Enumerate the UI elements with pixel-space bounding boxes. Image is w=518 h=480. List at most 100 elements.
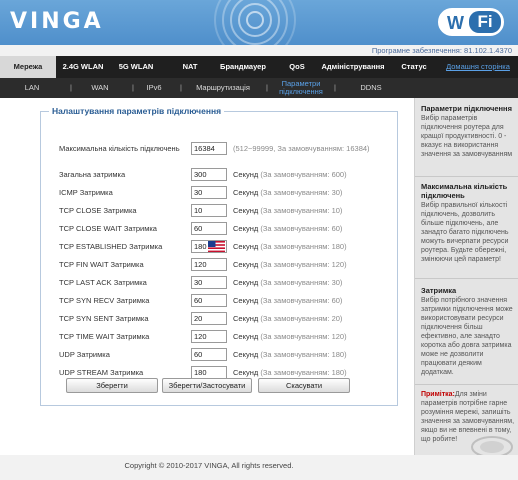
setting-hint: (За замовчуванням: 120) <box>260 332 347 341</box>
setting-row-tcp-close-wait: TCP CLOSE WAIT Затримка 60 Секунд (За за… <box>59 222 399 236</box>
help-title: Параметри підключення <box>421 104 512 113</box>
setting-label: Максимальна кількість підключень <box>59 144 180 153</box>
panel-title: Налаштування параметрів підключення <box>52 106 222 116</box>
tab-5g-wlan[interactable]: 5G WLAN <box>110 56 162 78</box>
setting-hint: (За замовчуванням: 30) <box>260 278 343 287</box>
setting-unit: Секунд (За замовчуванням: 10) <box>233 206 342 215</box>
main-content: Налаштування параметрів підключення Макс… <box>0 98 414 455</box>
setting-row-general-timeout: Загальна затримка 300 Секунд (За замовчу… <box>59 168 399 182</box>
help-divider <box>415 278 518 279</box>
subtab-wan[interactable]: WAN <box>86 78 114 98</box>
footer-copyright: Copyright © 2010-2017 VINGA, All rights … <box>0 455 518 480</box>
unit-text: Секунд <box>233 242 259 251</box>
help-text: Вибір потрібного значення затримки підкл… <box>421 297 513 376</box>
setting-hint: (За замовчуванням: 180) <box>260 242 347 251</box>
tab-status[interactable]: Статус <box>394 56 434 78</box>
setting-hint: (За замовчуванням: 60) <box>260 296 343 305</box>
unit-text: Секунд <box>233 224 259 233</box>
unit-text: Секунд <box>233 350 259 359</box>
unit-text: Секунд <box>233 188 259 197</box>
general-timeout-input[interactable]: 300 <box>191 168 227 181</box>
setting-row-tcp-syn-recv: TCP SYN RECV Затримка 60 Секунд (За замо… <box>59 294 399 308</box>
tab-firewall[interactable]: Брандмауер <box>210 56 276 78</box>
help-sidebar: Параметри підключення Вибір параметрів п… <box>414 98 518 455</box>
udp-timeout-input[interactable]: 60 <box>191 348 227 361</box>
setting-hint: (За замовчуванням: 30) <box>260 188 343 197</box>
setting-unit: Секунд (За замовчуванням: 120) <box>233 332 347 341</box>
max-connections-input[interactable]: 16384 <box>191 142 227 155</box>
cancel-button[interactable]: Скасувати <box>258 378 350 393</box>
router-admin-page: VINGA W Fi Програмне забезпечення: 81.10… <box>0 0 518 480</box>
setting-hint: (За замовчуванням: 10) <box>260 206 343 215</box>
setting-hint: (За замовчуванням: 600) <box>260 170 347 179</box>
firmware-version: Програмне забезпечення: 81.102.1.4370 <box>0 45 518 56</box>
setting-row-tcp-close: TCP CLOSE Затримка 10 Секунд (За замовчу… <box>59 204 399 218</box>
setting-label: UDP Затримка <box>59 350 110 359</box>
setting-unit: Секунд (За замовчуванням: 180) <box>233 242 347 251</box>
setting-row-tcp-time-wait: TCP TIME WAIT Затримка 120 Секунд (За за… <box>59 330 399 344</box>
unit-text: Секунд <box>233 368 259 377</box>
setting-unit: Секунд (За замовчуванням: 60) <box>233 224 342 233</box>
setting-label: TCP LAST ACK Затримка <box>59 278 147 287</box>
wifi-logo: W Fi <box>438 8 504 36</box>
tcp-syn-recv-input[interactable]: 60 <box>191 294 227 307</box>
subtab-lan[interactable]: LAN <box>20 78 44 98</box>
subtab-ddns[interactable]: DDNS <box>356 78 386 98</box>
subnav-divider: | <box>70 83 72 92</box>
help-title: Затримка <box>421 286 457 295</box>
tcp-syn-sent-input[interactable]: 20 <box>191 312 227 325</box>
setting-unit: Секунд (За замовчуванням: 60) <box>233 296 342 305</box>
setting-unit: Секунд (За замовчуванням: 180) <box>233 350 347 359</box>
setting-unit: Секунд (За замовчуванням: 30) <box>233 278 342 287</box>
setting-unit: Секунд (За замовчуванням: 30) <box>233 188 342 197</box>
tcp-close-input[interactable]: 10 <box>191 204 227 217</box>
subtab-ipv6[interactable]: IPv6 <box>142 78 166 98</box>
setting-unit: Секунд (За замовчуванням: 20) <box>233 314 342 323</box>
home-page-link[interactable]: Домашня сторінка <box>440 56 516 78</box>
unit-text: Секунд <box>233 260 259 269</box>
help-divider <box>415 176 518 177</box>
connection-settings-panel: Налаштування параметрів підключення Макс… <box>40 106 398 406</box>
tcp-time-wait-input[interactable]: 120 <box>191 330 227 343</box>
setting-row-udp: UDP Затримка 60 Секунд (За замовчуванням… <box>59 348 399 362</box>
us-flag-icon <box>208 241 225 252</box>
unit-text: Секунд <box>233 332 259 341</box>
help-divider <box>415 384 518 385</box>
setting-label: UDP STREAM Затримка <box>59 368 144 377</box>
setting-label: TCP SYN RECV Затримка <box>59 296 150 305</box>
subnav-divider: | <box>132 83 134 92</box>
tcp-last-ack-input[interactable]: 30 <box>191 276 227 289</box>
tab-administration[interactable]: Адміністрування <box>316 56 390 78</box>
setting-label: TCP CLOSE WAIT Затримка <box>59 224 157 233</box>
icmp-timeout-input[interactable]: 30 <box>191 186 227 199</box>
setting-hint: (За замовчуванням: 180) <box>260 350 347 359</box>
setting-row-tcp-syn-sent: TCP SYN SENT Затримка 20 Секунд (За замо… <box>59 312 399 326</box>
setting-unit: Секунд (За замовчуванням: 600) <box>233 170 347 179</box>
tab-24g-wlan[interactable]: 2.4G WLAN <box>56 56 110 78</box>
save-button[interactable]: Зберегти <box>66 378 158 393</box>
save-apply-button[interactable]: Зберегти/Застосувати <box>162 378 252 393</box>
help-text: Вибір параметрів підключення роутера для… <box>421 115 513 158</box>
unit-text: Секунд <box>233 170 259 179</box>
sub-nav: LAN | WAN | IPv6 | Маршрутизація | Парам… <box>0 78 518 98</box>
subnav-divider: | <box>266 83 268 92</box>
tcp-fin-wait-input[interactable]: 120 <box>191 258 227 271</box>
setting-hint: (За замовчуванням: 180) <box>260 368 347 377</box>
tab-network[interactable]: Мережа <box>0 56 56 78</box>
unit-text: Секунд <box>233 278 259 287</box>
setting-label: TCP TIME WAIT Затримка <box>59 332 150 341</box>
setting-unit: Секунд (За замовчуванням: 180) <box>233 368 347 377</box>
tab-nat[interactable]: NAT <box>170 56 210 78</box>
setting-label: TCP CLOSE Затримка <box>59 206 137 215</box>
subtab-routing[interactable]: Маршрутизація <box>190 78 256 98</box>
tab-qos[interactable]: QoS <box>280 56 314 78</box>
signal-waves-icon <box>214 0 296 45</box>
setting-hint: (За замовчуванням: 120) <box>260 260 347 269</box>
setting-hint: (За замовчуванням: 20) <box>260 314 343 323</box>
help-text: Вибір правильної кількості підключень, д… <box>421 202 509 263</box>
subtab-connection-params[interactable]: Параметри підключення <box>274 78 328 98</box>
tcp-close-wait-input[interactable]: 60 <box>191 222 227 235</box>
setting-row-icmp-timeout: ICMP Затримка 30 Секунд (За замовчування… <box>59 186 399 200</box>
wifi-logo-fi: Fi <box>469 11 501 33</box>
unit-text: Секунд <box>233 206 259 215</box>
